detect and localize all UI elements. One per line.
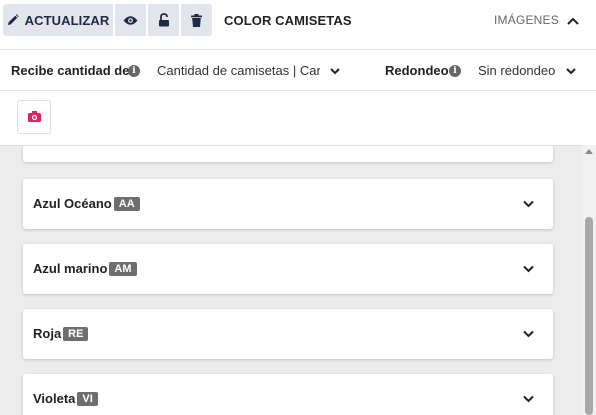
option-name: Azul Océano AA: [33, 196, 140, 211]
section-title: COLOR CAMISETAS: [224, 13, 352, 28]
list-item[interactable]: Roja RE: [23, 309, 553, 359]
option-code-badge: AM: [109, 262, 137, 276]
add-image-button[interactable]: [17, 100, 51, 134]
chevron-down-icon[interactable]: [329, 64, 341, 76]
update-button-label: ACTUALIZAR: [24, 12, 110, 28]
settings-row: Recibe cantidad de i Cantidad de camiset…: [0, 50, 596, 90]
quantity-label: Recibe cantidad de: [11, 63, 130, 78]
list-item[interactable]: Azul marino AM: [23, 244, 553, 294]
scroll-thumb[interactable]: [585, 217, 593, 415]
delete-button[interactable]: [181, 4, 212, 36]
image-row: [0, 91, 596, 145]
view-button[interactable]: [115, 4, 146, 36]
chevron-down-icon[interactable]: [565, 64, 577, 76]
rounding-select[interactable]: Sin redondeo: [478, 63, 558, 78]
option-name: Violeta VI: [33, 391, 98, 406]
chevron-down-icon[interactable]: [522, 197, 535, 210]
option-code-badge: AA: [113, 197, 140, 211]
chevron-down-icon[interactable]: [522, 392, 535, 405]
option-name: Roja RE: [33, 326, 89, 341]
update-button[interactable]: ACTUALIZAR: [3, 4, 113, 36]
list-item[interactable]: Azul Océano AA: [23, 179, 553, 229]
eye-icon: [123, 15, 138, 26]
images-tab[interactable]: IMÁGENES: [494, 13, 559, 27]
option-name: Azul marino AM: [33, 261, 137, 276]
list-item[interactable]: Violeta VI: [23, 374, 553, 415]
quantity-select[interactable]: Cantidad de camisetas | Can: [157, 63, 320, 78]
option-code-badge: RE: [63, 327, 89, 341]
option-code-badge: VI: [77, 392, 98, 406]
unlock-icon: [158, 13, 170, 27]
unlock-button[interactable]: [148, 4, 179, 36]
chevron-down-icon[interactable]: [522, 327, 535, 340]
info-icon[interactable]: i: [449, 65, 461, 77]
list-item[interactable]: [23, 146, 553, 162]
camera-icon: [27, 110, 41, 125]
chevron-up-icon: [567, 12, 579, 30]
collapse-button[interactable]: [564, 12, 582, 30]
trash-icon: [191, 13, 202, 27]
scroll-up-arrow-icon[interactable]: [585, 149, 593, 154]
toolbar: ACTUALIZAR COLOR CAMISETAS IMÁGENES: [0, 0, 596, 44]
info-icon[interactable]: i: [128, 65, 140, 77]
options-list: Azul Océano AA Azul marino AM Roja RE Viole…: [0, 145, 596, 415]
pencil-icon: [7, 14, 19, 26]
chevron-down-icon[interactable]: [522, 262, 535, 275]
scrollbar[interactable]: [582, 145, 596, 415]
rounding-label: Redondeo: [385, 63, 449, 78]
